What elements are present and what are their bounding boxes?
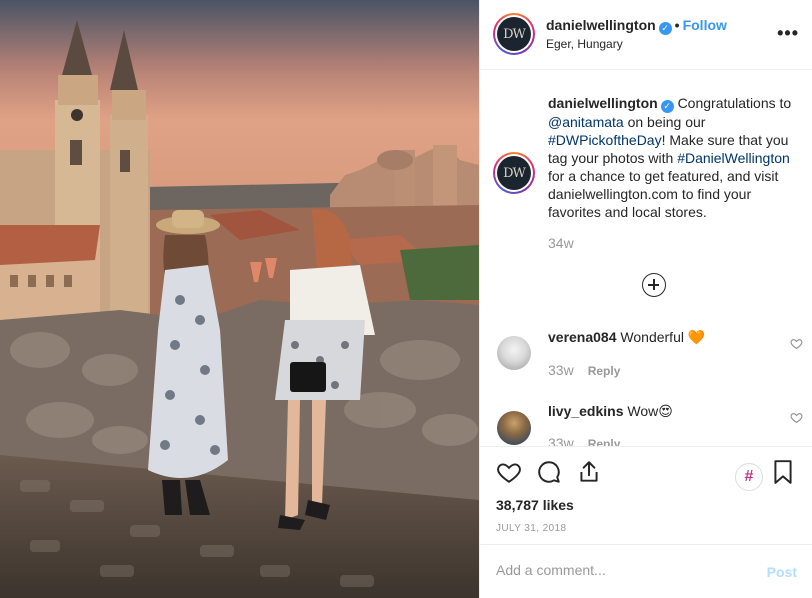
- post-location[interactable]: Eger, Hungary: [546, 37, 623, 51]
- photo-scene: [0, 0, 479, 598]
- comments-section[interactable]: DW danielwellington ✓ Congratulations to …: [480, 71, 812, 446]
- comment-text: Wonderful 🧡: [620, 329, 706, 345]
- reply-button[interactable]: Reply: [588, 437, 621, 446]
- comment-text: Wow😍: [627, 403, 673, 419]
- caption-timestamp[interactable]: 34w: [548, 235, 574, 251]
- share-icon[interactable]: [576, 459, 602, 485]
- add-comment-input[interactable]: [496, 562, 746, 578]
- caption-text: for a chance to get featured, and visit …: [548, 168, 779, 220]
- separator-dot: •: [674, 17, 680, 33]
- bookmark-icon[interactable]: [770, 459, 796, 485]
- comment-item: verena084 Wonderful 🧡: [548, 329, 705, 346]
- more-options-icon[interactable]: •••: [777, 23, 799, 44]
- post-photo[interactable]: [0, 0, 479, 598]
- like-heart-icon[interactable]: [496, 459, 522, 485]
- avatar-initials: DW: [497, 17, 531, 51]
- commenter-avatar[interactable]: [497, 336, 531, 370]
- like-comment-heart-icon[interactable]: [790, 411, 803, 424]
- post-date[interactable]: July 31, 2018: [496, 523, 566, 534]
- verified-badge-icon: ✓: [660, 100, 674, 113]
- author-avatar[interactable]: DW: [493, 13, 535, 55]
- comment-item: livy_edkins Wow😍: [548, 403, 673, 420]
- post-caption: danielwellington ✓ Congratulations to @an…: [548, 94, 806, 221]
- post-header: DW danielwellington ✓ • Follow Eger, Hungar…: [480, 0, 812, 70]
- post-side-panel: DW danielwellington ✓ • Follow Eger, Hungar…: [479, 0, 812, 598]
- caption-text: Congratulations to: [677, 95, 792, 111]
- comment-meta: 33w Reply: [548, 435, 620, 446]
- comment-username[interactable]: verena084: [548, 329, 617, 345]
- comment-meta: 33w Reply: [548, 362, 620, 378]
- load-more-comments-button[interactable]: [642, 273, 666, 297]
- comment-bubble-icon[interactable]: [536, 459, 562, 485]
- comment-timestamp[interactable]: 33w: [548, 362, 574, 378]
- add-comment-bar: Post: [480, 544, 812, 598]
- reply-button[interactable]: Reply: [588, 364, 621, 378]
- caption-username[interactable]: danielwellington: [548, 95, 658, 111]
- caption-avatar-initials: DW: [497, 156, 531, 190]
- caption-hashtag[interactable]: #DWPickoftheDay: [548, 132, 662, 148]
- author-username[interactable]: danielwellington: [546, 17, 656, 33]
- caption-hashtag[interactable]: #DanielWellington: [677, 150, 790, 166]
- caption-avatar[interactable]: DW: [493, 152, 535, 194]
- comment-timestamp[interactable]: 33w: [548, 435, 574, 446]
- post-comment-button[interactable]: Post: [767, 564, 797, 580]
- commenter-avatar[interactable]: [497, 411, 531, 445]
- follow-button[interactable]: Follow: [683, 17, 727, 33]
- caption-text: on being our: [627, 114, 706, 130]
- caption-mention[interactable]: @anitamata: [548, 114, 624, 130]
- verified-badge-icon: ✓: [658, 22, 672, 35]
- like-comment-heart-icon[interactable]: [790, 337, 803, 350]
- comment-username[interactable]: livy_edkins: [548, 403, 624, 419]
- hashtag-badge[interactable]: #: [735, 463, 763, 491]
- post-actions: # 38,787 likes July 31, 2018: [480, 446, 812, 544]
- likes-count[interactable]: 38,787 likes: [496, 497, 574, 513]
